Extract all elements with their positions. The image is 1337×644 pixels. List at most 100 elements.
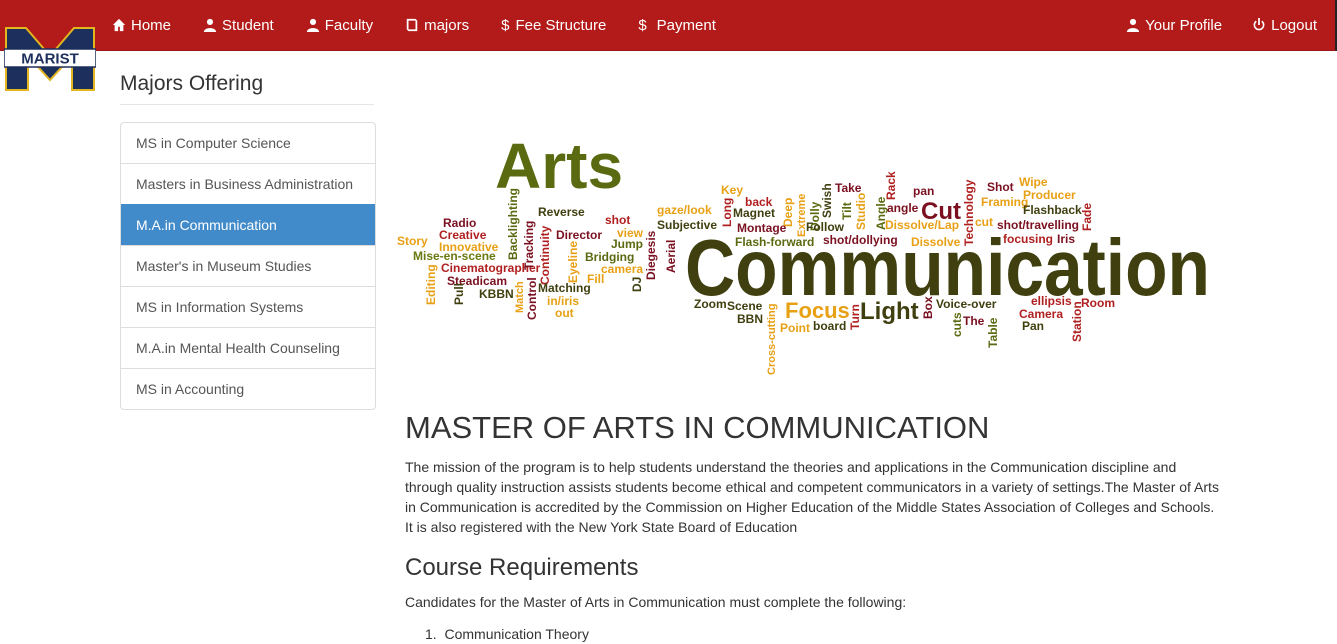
wordcloud-word: Rack	[884, 171, 898, 200]
wordcloud-word: Table	[986, 317, 1000, 348]
wordcloud-word: Voice-over	[936, 297, 997, 311]
wordcloud-word: Dissolve/Lap	[885, 218, 959, 232]
wordcloud-word: Director	[556, 228, 602, 242]
wordcloud-word: Aerial	[664, 240, 678, 273]
marist-logo[interactable]: MARIST	[4, 26, 96, 92]
sidebar-title: Majors Offering	[120, 72, 374, 105]
wordcloud-word: cut	[975, 215, 993, 229]
major-item-museum-studies[interactable]: Master's in Museum Studies	[121, 245, 375, 286]
wordcloud-word: Story	[397, 234, 428, 248]
majors-list: MS in Computer Science Masters in Busine…	[120, 122, 376, 410]
user-icon	[203, 18, 217, 32]
wordcloud-word: Cross-cutting	[766, 304, 778, 376]
wordcloud-word: Continuity	[538, 225, 552, 285]
wordcloud-word: Box	[921, 296, 935, 319]
nav-fee-structure-label: Fee Structure	[515, 16, 607, 34]
nav-your-profile[interactable]: Your Profile	[1126, 17, 1222, 34]
wordcloud-word: Dissolve	[911, 235, 961, 249]
wordcloud-word: angle	[887, 201, 919, 215]
wordcloud-word: gaze/look	[657, 203, 712, 217]
major-item-computer-science[interactable]: MS in Computer Science	[121, 123, 375, 163]
course-requirements-intro: Candidates for the Master of Arts in Com…	[405, 594, 907, 610]
dollar-icon: $	[638, 16, 647, 34]
wordcloud-word: cuts	[950, 312, 964, 337]
wordcloud-word: Swish	[820, 183, 834, 218]
wordcloud-word: Backlighting	[506, 188, 520, 260]
wordcloud-word: Editing	[424, 264, 438, 305]
wordcloud-word: Flash-forward	[735, 235, 814, 249]
power-icon	[1253, 18, 1265, 31]
wordcloud-word: DJ	[630, 277, 644, 292]
wordcloud-word: Follow	[806, 220, 845, 234]
wordcloud-word: out	[555, 306, 574, 320]
user-icon	[306, 18, 319, 32]
wordcloud-word: Diegesis	[644, 230, 658, 280]
major-item-information-systems[interactable]: MS in Information Systems	[121, 286, 375, 327]
nav-home[interactable]: Home	[112, 17, 171, 34]
wordcloud-word: Room	[1081, 296, 1115, 310]
wordcloud-word: Long	[720, 198, 734, 227]
wordcloud-word: ellipsis	[1031, 294, 1072, 308]
wordcloud-word: Montage	[737, 221, 787, 235]
major-item-business-administration[interactable]: Masters in Business Administration	[121, 163, 375, 204]
page-title: MASTER OF ARTS IN COMMUNICATION	[405, 410, 990, 445]
wordcloud-word: shot/dollying	[823, 233, 898, 247]
nav-right: Your Profile Logout	[1096, 0, 1317, 50]
wordcloud-word: Tilt	[840, 202, 854, 220]
book-icon	[406, 18, 418, 32]
major-item-mental-health-counseling[interactable]: M.A.in Mental Health Counseling	[121, 327, 375, 368]
nav-logout[interactable]: Logout	[1252, 17, 1317, 34]
wordcloud-word: Point	[780, 321, 810, 335]
wordcloud-word: shot/travelling	[997, 218, 1079, 232]
wordcloud-word: board	[813, 319, 846, 333]
course-item: 1. Communication Theory	[425, 624, 589, 644]
wordcloud-word: KBBN	[479, 287, 514, 301]
nav-fee-structure[interactable]: $ Fee Structure	[501, 17, 606, 34]
wordcloud-word: back	[745, 195, 773, 209]
wordcloud-word: Scene	[727, 299, 763, 313]
wordcloud-word: Matching	[538, 281, 591, 295]
wordcloud-word: The	[963, 314, 985, 328]
major-item-accounting[interactable]: MS in Accounting	[121, 368, 375, 409]
nav-majors-label: majors	[424, 16, 470, 34]
wordcloud-word: Key	[721, 183, 743, 197]
course-number: 1.	[425, 626, 445, 642]
nav-faculty[interactable]: Faculty	[306, 17, 373, 34]
nav-student[interactable]: Student	[203, 17, 274, 34]
wordcloud-word: shot	[605, 213, 630, 227]
wordcloud-word: Light	[860, 298, 919, 325]
wordcloud-word: Wipe	[1019, 175, 1048, 189]
home-icon	[112, 18, 126, 32]
major-item-communication[interactable]: M.A.in Communication	[121, 204, 375, 245]
wordcloud-word: Framing	[981, 195, 1028, 209]
wordcloud-word: Tracking	[522, 221, 536, 270]
nav-student-label: Student	[222, 16, 274, 34]
nav-left: Home Student Faculty majors $ Fee Struct…	[112, 0, 748, 50]
course-requirements-heading: Course Requirements	[405, 554, 639, 581]
nav-logout-label: Logout	[1271, 16, 1317, 34]
wordcloud-word: Shot	[987, 180, 1014, 194]
mission-paragraph: The mission of the program is to help st…	[405, 459, 1219, 535]
communication-word-cloud: Arts Communication StoryRadioCreativeInn…	[397, 130, 1210, 376]
course-label: Communication Theory	[444, 626, 589, 642]
wordcloud-word: Subjective	[657, 218, 717, 232]
wordcloud-word: Take	[835, 181, 862, 195]
user-icon	[1126, 18, 1140, 32]
wordcloud-word: pan	[913, 184, 934, 198]
wordcloud-word: BBN	[737, 312, 763, 326]
wordcloud-word: Fade	[1080, 203, 1094, 231]
wordcloud-word: Producer	[1023, 188, 1076, 202]
wordcloud-word: Pull	[452, 283, 466, 305]
top-navbar: Home Student Faculty majors $ Fee Struct…	[0, 0, 1337, 51]
wordcloud-word: Technology	[962, 179, 976, 246]
course-list: 1. Communication Theory	[425, 624, 589, 644]
nav-majors[interactable]: majors	[405, 17, 469, 34]
nav-your-profile-label: Your Profile	[1145, 16, 1223, 34]
wordcloud-word: Eyeline	[566, 241, 580, 283]
wordcloud-word: focusing	[1003, 232, 1053, 246]
nav-payment[interactable]: $ Payment	[638, 17, 716, 34]
nav-home-label: Home	[131, 16, 172, 34]
nav-faculty-label: Faculty	[324, 16, 374, 34]
wordcloud-word: camera	[601, 262, 643, 276]
wordcloud-word: Zoom	[694, 297, 727, 311]
